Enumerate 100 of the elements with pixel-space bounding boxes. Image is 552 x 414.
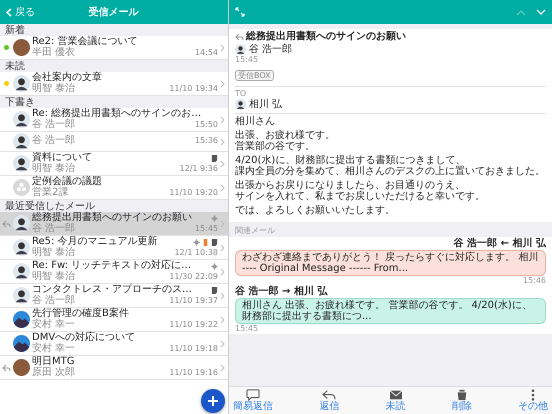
toolbar-button[interactable]: 簡易返信 [233,389,273,412]
mountain-avatar-icon [13,311,30,328]
person-avatar-icon [235,44,246,55]
mail-list-item[interactable]: 総務提出用書類へのサインのお願い 谷 浩一郎 15:45 [0,212,228,236]
toolbar-button[interactable]: 未読 [386,389,406,412]
mail-time: 15:36 [194,136,218,146]
mail-time: 12/1 10:38 [174,248,218,256]
chevron-right-icon [220,44,225,52]
note-icon [211,286,218,294]
recipient-name: 相川 弘 [249,98,282,110]
pin-icon [211,214,218,222]
body-paragraph: 4/20(水)に、財務部に提出する書類につきまして、 課内全員の分を集めて、相川さんのデスクの上に置いておきました。 [235,155,546,178]
person-avatar-icon [13,263,30,280]
mail-list-item[interactable]: Re: Fw: リッチテキストの対応に… 明智 泰治 11/30 22:09 [0,260,228,284]
body-paragraph: 相川さん [235,116,276,128]
mail-subject: 資料について [32,153,93,163]
section-header: 下書き [0,96,228,108]
trash-can-icon [454,389,469,401]
mail-list-item[interactable]: Re: 総務提出用書類へのサインのお… 谷 浩一郎 15:50 [0,108,228,132]
mail-list-item[interactable]: Re2: 営業会議について 半田 優衣 14:54 [0,36,228,60]
mail-subject: 総務提出用書類へのサインのお願い [32,213,193,223]
thread-time: 15:45 [235,325,260,334]
mail-subject: Re5: 今月のマニュアル更新 [32,237,159,247]
to-label: TO [235,88,248,98]
body-paragraph: では、よろしくお願いいたします。 [235,205,396,216]
message-bubble[interactable]: わざわざ連絡までありがとう！ 戻ったらすぐに対応します。 相川 ---- Original Message ------ From... [235,250,546,276]
person-avatar-icon [13,75,30,92]
mail-list-item[interactable]: 明日MTG 原田 次郎 11/10 19:16 [0,356,228,380]
mail-subject: DMVへの対応について [32,333,136,343]
mail-sender: 安村 幸一 [32,320,76,330]
expand-icon[interactable] [235,7,245,17]
body-paragraph: 出張、お疲れ様です。 営業部の谷です。 [235,130,336,152]
avatar-photo-placeholder [13,39,30,56]
mail-time: 11/10 19:20 [169,188,218,196]
message-subject: 総務提出用書類へのサインのお願い [246,31,406,42]
chevron-right-icon [220,116,225,124]
thread-header: 谷 浩一郎 ← 相川 弘 [454,238,546,250]
mail-sender: 谷 浩一郎 [32,224,76,234]
body-paragraph: 出張からお戻りになりましたら、お目通りのうえ、 サインを入れて、私までお戻しいただけると幸いです。 [235,180,486,202]
mail-list-item[interactable]: DMVへの対応について 安村 幸一 11/10 19:18 [0,332,228,356]
message-time: 15:45 [235,55,260,64]
mail-sender: 安村 幸一 [32,344,76,354]
chevron-down-icon[interactable] [536,8,546,16]
chevron-right-icon [220,160,225,168]
mail-time: 14:54 [194,48,218,56]
mail-list-item[interactable]: 先行管理の確度B案件 安村 幸一 11/10 19:22 [0,308,228,332]
chevron-right-icon [220,80,225,88]
chevron-right-icon [220,184,225,192]
person-avatar-icon [13,133,30,150]
mail-list-item[interactable]: 会社案内の文章 明智 泰治 11/10 19:34 [0,72,228,96]
toolbar-button[interactable]: 返信 [319,389,340,412]
mail-subject: 会社案内の文章 [32,73,103,83]
toolbar-button[interactable]: 削除 [452,389,472,412]
mail-list-item[interactable]: 定例会議の議題 営業2課 11/10 19:20 [0,176,228,200]
mountain-avatar-icon [13,335,30,352]
chevron-right-icon [220,364,225,372]
chevron-right-icon [220,138,225,146]
reply-icon [322,389,336,401]
person-avatar-icon [13,287,30,304]
person-avatar-icon [13,239,30,256]
toolbar-button[interactable]: その他 [518,389,548,412]
mail-list-item[interactable]: Re5: 今月のマニュアル更新 明智 泰治 12/1 10:38 [0,236,228,260]
mail-subject: 定例会議の議題 [32,177,103,187]
mail-list-item[interactable]: 資料について 明智 泰治 12/1 9:36 [0,152,228,176]
chevron-right-icon [220,292,225,300]
list-title: 受信メール [88,6,140,19]
person-avatar-icon [13,155,30,172]
mail-list-item[interactable]: 谷 浩一郎 15:36 [0,132,228,152]
section-header: 最近受信したメール [0,200,228,212]
chevron-right-icon [220,220,225,228]
reply-icon [2,220,11,228]
mail-time: 12/1 9:36 [180,164,218,172]
mail-subject: 先行管理の確度B案件 [32,309,130,319]
mail-sender: 明智 泰治 [32,248,76,258]
person-avatar-icon [13,215,30,232]
reply-icon [235,32,244,41]
section-header: 未読 [0,60,228,72]
mail-list-item[interactable]: コンタクトレス・アプローチのス… 谷 浩一郎 11/10 19:37 [0,284,228,308]
mail-subject: Re2: 営業会議について [32,37,139,47]
plus-icon [207,395,219,407]
avatar-photo-placeholder [13,359,30,376]
chevron-right-icon [220,316,225,324]
folder-tag: 受信BOX [235,70,274,82]
person-avatar-icon [235,99,246,110]
flag-icon [202,238,209,246]
mail-time: 15:50 [194,120,218,128]
mail-sender: 営業2課 [32,188,68,198]
mail-sender: 谷 浩一郎 [32,136,76,147]
mail-sender: 原田 次郎 [32,368,76,378]
mail-time: 15:45 [194,224,218,232]
person-avatar-icon [13,111,30,128]
thread-header: 谷 浩一郎 → 相川 弘 [235,286,329,298]
related-mail-label: 関連メール [234,225,276,238]
add-button[interactable] [201,389,225,413]
pin-icon [211,262,218,270]
message-bubble[interactable]: 相川さん 出張、お疲れ様です。 営業部の谷です。 4/20(水)に、財務部に提出する書類につ... [235,298,546,324]
mail-subject: 明日MTG [32,357,76,367]
note-icon [211,154,218,162]
mail-sender: 谷 浩一郎 [32,296,76,306]
reply-icon [2,364,11,372]
